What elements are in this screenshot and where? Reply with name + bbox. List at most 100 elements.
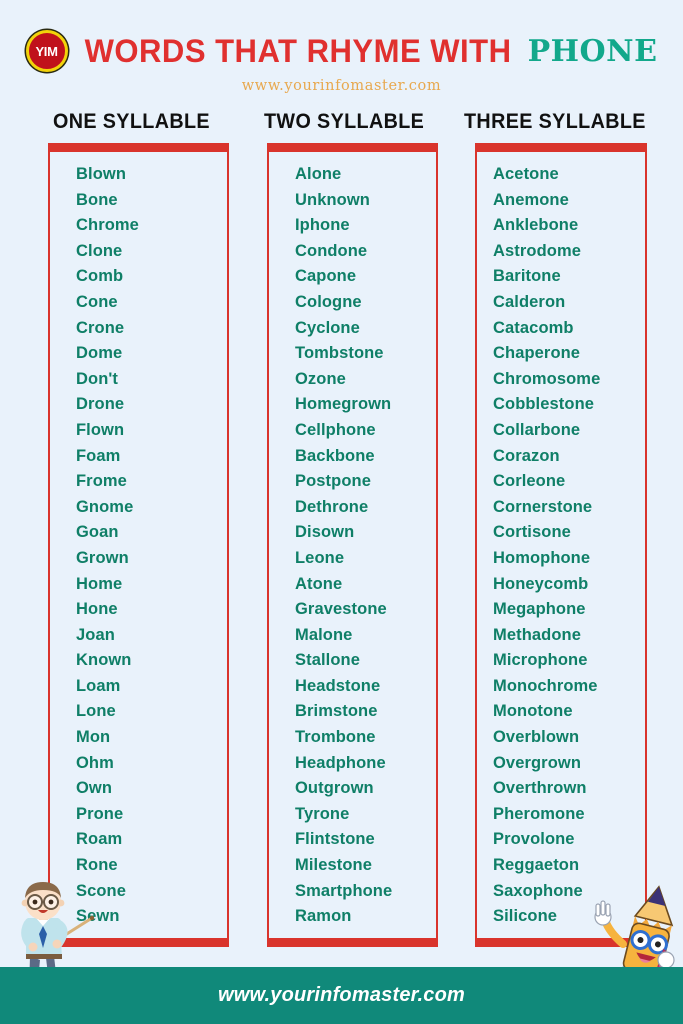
word-item: Drone bbox=[76, 395, 125, 414]
word-item: Anemone bbox=[493, 190, 569, 209]
word-item: Leone bbox=[295, 548, 345, 567]
word-item: Scone bbox=[76, 881, 127, 900]
column-heading-one-syllable: ONE SYLLABLE bbox=[53, 110, 210, 133]
word-item: Ohm bbox=[76, 753, 114, 772]
word-item: Mon bbox=[76, 728, 111, 747]
word-list-one-syllable: Blown Bone Chrome Clone Comb Cone Crone Dome Don… bbox=[50, 162, 227, 930]
word-item: Microphone bbox=[493, 651, 588, 670]
column-heading-two-syllable: TWO SYLLABLE bbox=[264, 110, 425, 133]
logo-label: YIM bbox=[35, 43, 58, 59]
word-item: Grown bbox=[76, 548, 129, 567]
word-item: Capone bbox=[295, 267, 357, 286]
word-item: Roam bbox=[76, 830, 123, 849]
word-item: Malone bbox=[295, 625, 353, 644]
yim-logo-icon: YIM bbox=[25, 30, 68, 72]
word-item: Chaperone bbox=[493, 344, 581, 363]
word-item: Frome bbox=[76, 472, 127, 491]
word-item: Clone bbox=[76, 241, 123, 260]
word-item: Cornerstone bbox=[493, 497, 593, 516]
word-item: Dethrone bbox=[295, 497, 369, 516]
word-item: Provolone bbox=[493, 830, 575, 849]
word-item: Monotone bbox=[493, 702, 573, 721]
word-item: Foam bbox=[76, 446, 121, 465]
word-item: Goan bbox=[76, 523, 119, 542]
word-item: Overgrown bbox=[493, 753, 582, 772]
word-item: Dome bbox=[76, 344, 123, 363]
word-item: Acetone bbox=[493, 165, 559, 183]
word-item: Atone bbox=[295, 574, 343, 593]
word-item: Brimstone bbox=[295, 702, 378, 721]
word-item: Astrodome bbox=[493, 241, 581, 260]
word-item: Cellphone bbox=[295, 420, 376, 439]
word-item: Prone bbox=[76, 804, 124, 823]
word-item: Unknown bbox=[295, 190, 370, 209]
word-columns: Blown Bone Chrome Clone Comb Cone Crone Dome Don… bbox=[0, 143, 683, 947]
infographic-poster: YIM WORDS THAT RHYME WITH PHONE www.your… bbox=[0, 0, 683, 1024]
word-item: Joan bbox=[76, 625, 115, 644]
word-item: Cobblestone bbox=[493, 395, 595, 414]
word-item: Chromosome bbox=[493, 369, 601, 388]
word-item: Hone bbox=[76, 600, 118, 619]
word-item: Stallone bbox=[295, 651, 360, 670]
word-item: Methadone bbox=[493, 625, 581, 644]
word-item: Pheromone bbox=[493, 804, 585, 823]
word-item: Disown bbox=[295, 523, 355, 542]
word-item: Postpone bbox=[295, 472, 371, 491]
poster-header: YIM WORDS THAT RHYME WITH PHONE www.your… bbox=[0, 0, 683, 104]
word-item: Anklebone bbox=[493, 216, 579, 235]
word-item: Cologne bbox=[295, 292, 362, 311]
word-item: Smartphone bbox=[295, 881, 393, 900]
word-item: Cyclone bbox=[295, 318, 360, 337]
word-item: Tyrone bbox=[295, 804, 350, 823]
word-item: Ramon bbox=[295, 907, 352, 926]
word-item: Blown bbox=[76, 165, 126, 183]
word-list-two-syllable: Alone Unknown Iphone Condone Capone Cologne Cy… bbox=[269, 162, 436, 930]
word-list-three-syllable: Acetone Anemone Anklebone Astrodome Baritone… bbox=[477, 162, 645, 930]
word-item: Comb bbox=[76, 267, 124, 286]
word-item: Trombone bbox=[295, 728, 376, 747]
word-item: Own bbox=[76, 779, 113, 798]
word-item: Honeycomb bbox=[493, 574, 589, 593]
word-item: Known bbox=[76, 651, 132, 670]
word-item: Sewn bbox=[76, 907, 120, 926]
word-item: Catacomb bbox=[493, 318, 574, 337]
word-item: Loam bbox=[76, 676, 121, 695]
word-item: Lone bbox=[76, 702, 116, 721]
word-item: Don't bbox=[76, 369, 118, 388]
word-item: Collarbone bbox=[493, 420, 581, 439]
column-heading-three-syllable: THREE SYLLABLE bbox=[464, 110, 646, 133]
word-item: Corleone bbox=[493, 472, 566, 491]
word-item: Megaphone bbox=[493, 600, 586, 619]
footer-website-url: www.yourinfomaster.com bbox=[217, 984, 466, 1006]
column-headings: ONE SYLLABLE TWO SYLLABLE THREE SYLLABLE bbox=[0, 110, 683, 138]
word-item: Flown bbox=[76, 420, 125, 439]
word-item: Monochrome bbox=[493, 676, 598, 695]
word-item: Ozone bbox=[295, 369, 346, 388]
header-website-url: www.yourinfomaster.com bbox=[241, 78, 442, 94]
word-item: Condone bbox=[295, 241, 368, 260]
word-item: Cone bbox=[76, 292, 118, 311]
word-item: Flintstone bbox=[295, 830, 375, 849]
word-item: Crone bbox=[76, 318, 125, 337]
word-item: Overblown bbox=[493, 728, 580, 747]
word-item: Home bbox=[76, 574, 123, 593]
word-item: Gnome bbox=[76, 497, 134, 516]
word-item: Corazon bbox=[493, 446, 560, 465]
word-item: Headstone bbox=[295, 676, 381, 695]
word-item: Gravestone bbox=[295, 600, 387, 619]
word-item: Baritone bbox=[493, 267, 561, 286]
title-row: YIM WORDS THAT RHYME WITH PHONE bbox=[0, 28, 683, 74]
word-item: Milestone bbox=[295, 856, 372, 875]
word-item: Cortisone bbox=[493, 523, 571, 542]
poster-footer: www.yourinfomaster.com bbox=[0, 967, 683, 1024]
page-title-accent: PHONE bbox=[527, 33, 658, 69]
word-item: Alone bbox=[295, 165, 342, 183]
word-item: Bone bbox=[76, 190, 118, 209]
word-item: Outgrown bbox=[295, 779, 374, 798]
word-item: Overthrown bbox=[493, 779, 587, 798]
word-item: Iphone bbox=[295, 216, 350, 235]
word-item: Backbone bbox=[295, 446, 375, 465]
word-item: Calderon bbox=[493, 292, 566, 311]
word-box-one-syllable: Blown Bone Chrome Clone Comb Cone Crone Dome Don… bbox=[48, 143, 229, 947]
word-item: Rone bbox=[76, 856, 118, 875]
